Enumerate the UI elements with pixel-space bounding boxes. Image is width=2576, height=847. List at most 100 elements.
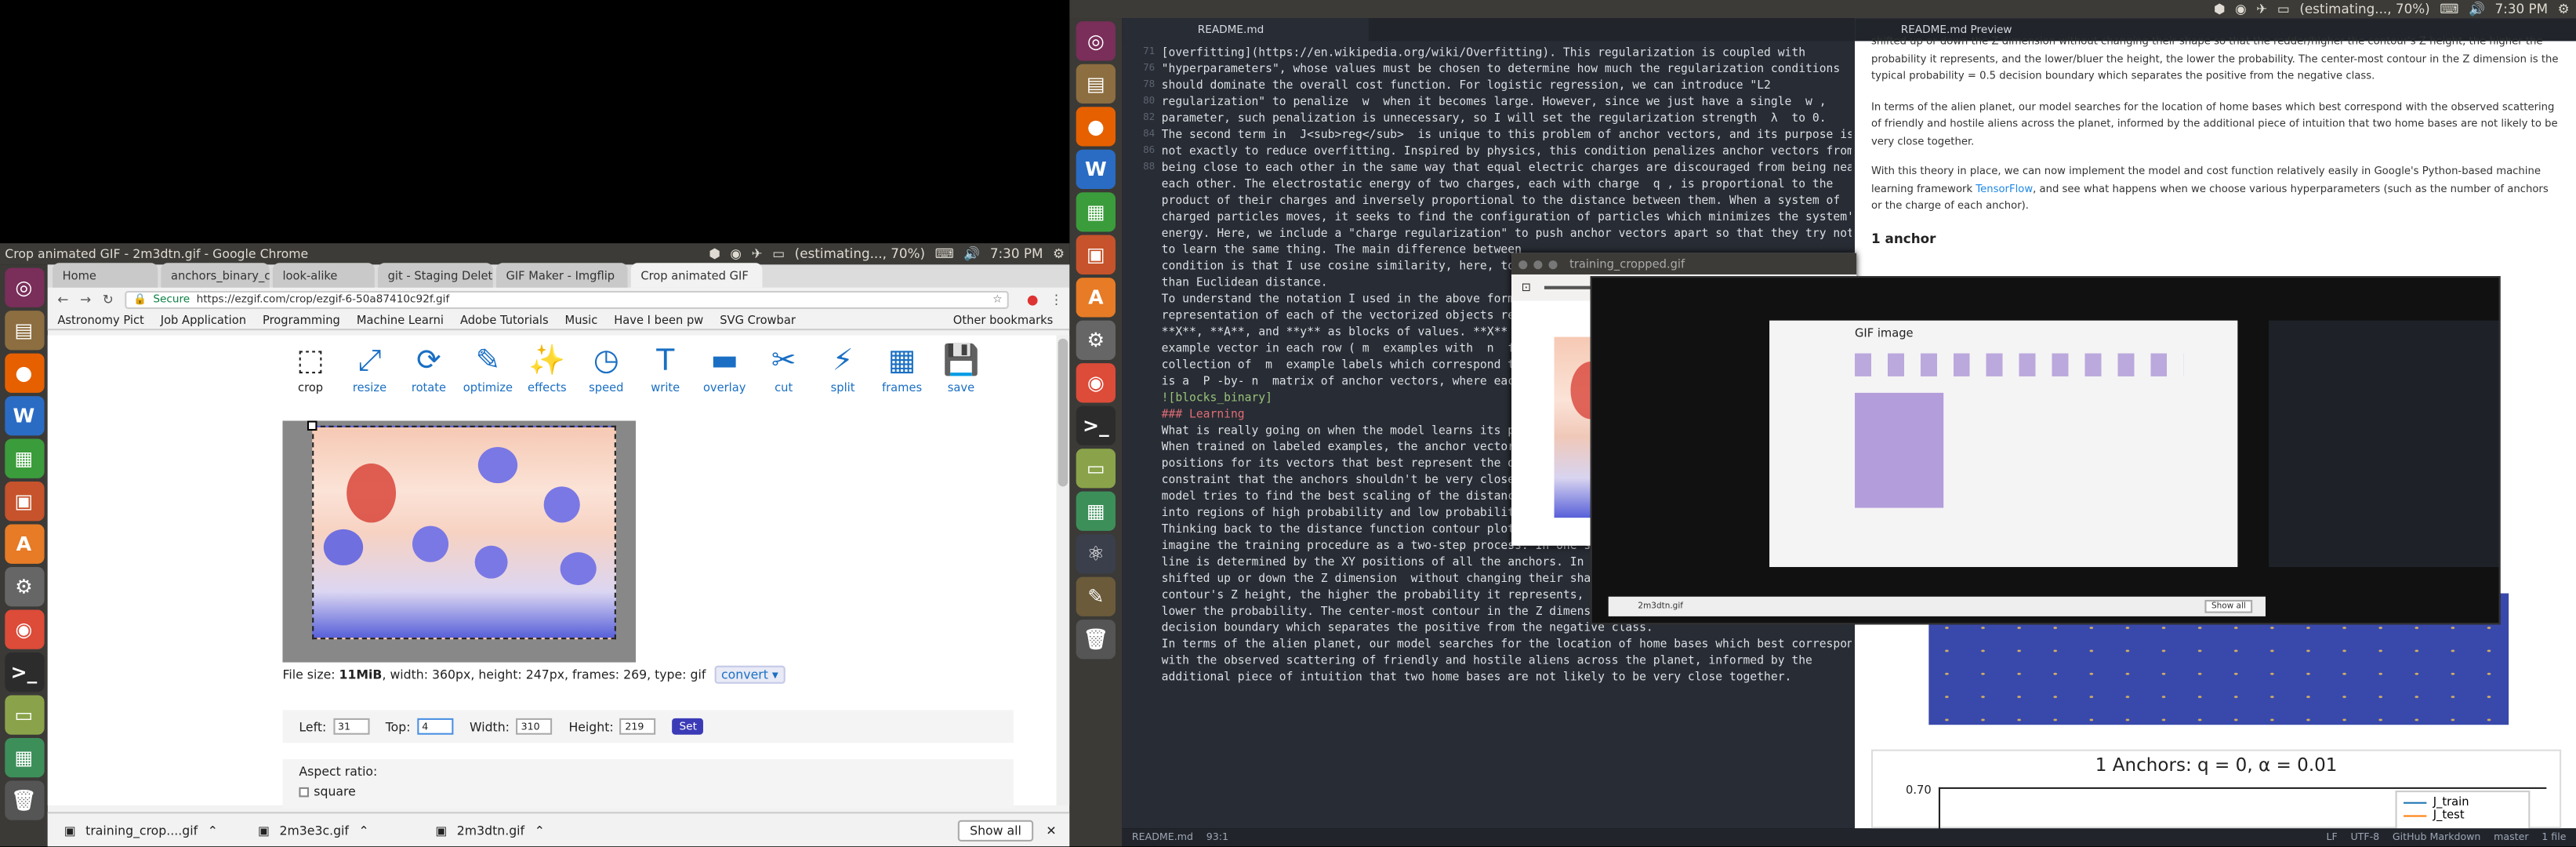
battery-icon[interactable]: ▭	[2277, 2, 2290, 16]
clock[interactable]: 7:30 PM	[2495, 2, 2549, 16]
tool-write[interactable]: Twrite	[636, 339, 695, 394]
zoom-slider[interactable]	[1544, 281, 1597, 295]
folder-icon[interactable]: ▭	[1076, 449, 1116, 489]
chrome-launcher-icon[interactable]: ◉	[4, 609, 44, 649]
files-icon[interactable]: ▤	[1076, 64, 1116, 104]
bookmark-svg[interactable]: SVG Crowbar	[720, 313, 796, 326]
workspace-icon[interactable]: ▦	[4, 737, 44, 778]
close-window-icon[interactable]: ●	[1518, 257, 1528, 271]
maximize-icon[interactable]: ●	[1548, 257, 1558, 271]
impress-icon[interactable]: ▣	[1076, 234, 1116, 274]
tab-readme[interactable]: README.md	[1122, 18, 1369, 42]
trash-icon[interactable]: 🗑	[4, 780, 44, 820]
page-scrollbar[interactable]	[1056, 335, 1070, 805]
terminal-icon[interactable]: >_	[4, 652, 44, 693]
height-input[interactable]: 219	[620, 718, 657, 735]
dropbox-icon[interactable]: ⬢	[2214, 2, 2226, 16]
trash-icon[interactable]: 🗑	[1076, 620, 1116, 660]
crop-handle[interactable]	[307, 420, 317, 431]
crop-region[interactable]	[312, 425, 616, 640]
calc-icon[interactable]: ▦	[1076, 192, 1116, 232]
volume-icon[interactable]: 🔊	[2469, 2, 2485, 16]
width-input[interactable]: 310	[516, 718, 553, 735]
bookmark-jobs[interactable]: Job Application	[161, 313, 246, 326]
status-files[interactable]: 1 file	[2542, 831, 2566, 843]
files-icon[interactable]: ▤	[4, 311, 44, 351]
back-icon[interactable]: ←	[57, 292, 68, 307]
tab-look-alike[interactable]: look-alike	[272, 263, 375, 288]
clock[interactable]: 7:30 PM	[990, 246, 1043, 261]
volume-icon[interactable]: 🔊	[963, 246, 980, 261]
left-input[interactable]: 31	[332, 718, 369, 735]
minimize-icon[interactable]: ●	[1533, 257, 1544, 271]
convert-button[interactable]: convert ▾	[714, 665, 785, 684]
tool-optimize[interactable]: ✎ optimize	[459, 339, 517, 394]
download-item-2[interactable]: ▣ 2m3e3c.gif ⌃	[258, 823, 406, 838]
bookmark-music[interactable]: Music	[565, 313, 598, 326]
chrome-icon[interactable]: ◉	[730, 246, 742, 261]
gear-icon[interactable]: ⚙	[2558, 2, 2570, 16]
firefox-icon[interactable]: ●	[1076, 107, 1116, 147]
tab-home[interactable]: Home	[53, 263, 158, 288]
tensorflow-link[interactable]: TensorFlow	[1976, 184, 2033, 195]
set-button[interactable]: Set	[673, 718, 704, 735]
ubuntu-icon[interactable]: ◎	[1076, 21, 1116, 61]
tool-cut[interactable]: ✂ cut	[754, 339, 813, 394]
writer-icon[interactable]: W	[4, 396, 44, 436]
bookmark-ml[interactable]: Machine Learni	[357, 313, 444, 326]
firefox-icon[interactable]: ●	[4, 353, 44, 393]
software-icon[interactable]: A	[4, 524, 44, 564]
writer-icon[interactable]: W	[1076, 149, 1116, 190]
bookmark-hibp[interactable]: Have I been pw	[614, 313, 703, 326]
status-file[interactable]: README.md	[1132, 831, 1193, 843]
bookmark-programming[interactable]: Programming	[263, 313, 340, 326]
chrome-launcher-icon[interactable]: ◉	[1076, 363, 1116, 403]
tool-crop[interactable]: ⬚ crop	[281, 339, 339, 394]
extension-icon[interactable]: ●	[1027, 292, 1039, 307]
telegram-icon[interactable]: ✈	[2256, 2, 2267, 16]
keyboard-icon[interactable]: ⌨	[935, 246, 954, 261]
dropbox-icon[interactable]: ⬢	[709, 246, 720, 261]
status-eol[interactable]: LF	[2326, 831, 2337, 843]
workspace-icon[interactable]: ▦	[1076, 491, 1116, 531]
status-branch[interactable]: master	[2494, 831, 2528, 843]
forward-icon[interactable]: →	[80, 292, 91, 307]
reload-icon[interactable]: ↻	[103, 292, 114, 307]
tab-gif-maker[interactable]: GIF Maker - Imgflip	[495, 263, 628, 288]
atom-icon[interactable]: ⚛	[1076, 534, 1116, 574]
status-cursor[interactable]: 93:1	[1206, 831, 1228, 843]
gear-icon[interactable]: ⚙	[1053, 246, 1065, 261]
menu-icon[interactable]: ⋮	[1050, 292, 1063, 307]
settings-icon[interactable]: ⚙	[4, 567, 44, 607]
fit-icon[interactable]: ⊡	[1522, 281, 1531, 294]
download-item-3[interactable]: ▣ 2m3dtn.gif ⌃	[435, 823, 583, 838]
tool-overlay[interactable]: ▬ overlay	[695, 339, 753, 394]
battery-icon[interactable]: ▭	[772, 246, 785, 261]
tool-save[interactable]: 💾 save	[931, 339, 990, 394]
gif-preview[interactable]	[282, 420, 637, 663]
close-icon[interactable]: ✕	[1046, 823, 1056, 838]
square-checkbox[interactable]	[299, 786, 309, 797]
top-input[interactable]: 4	[416, 718, 454, 735]
folder-icon[interactable]: ▭	[4, 695, 44, 735]
show-all-button[interactable]: Show all	[958, 819, 1033, 841]
bookmark-adobe[interactable]: Adobe Tutorials	[460, 313, 549, 326]
settings-icon[interactable]: ⚙	[1076, 320, 1116, 360]
keyboard-icon[interactable]: ⌨	[2440, 2, 2458, 16]
chrome-icon[interactable]: ◉	[2235, 2, 2247, 16]
ubuntu-icon[interactable]: ◎	[4, 267, 44, 307]
calc-icon[interactable]: ▦	[4, 438, 44, 478]
tool-resize[interactable]: ⤢ resize	[340, 339, 399, 394]
tool-rotate[interactable]: ⟳ rotate	[399, 339, 458, 394]
omnibox[interactable]: 🔒 Secure https://ezgif.com/crop/ezgif-6-…	[125, 289, 1009, 308]
tab-anchors[interactable]: anchors_binary_cla	[161, 263, 270, 288]
status-grammar[interactable]: GitHub Markdown	[2393, 831, 2481, 843]
telegram-icon[interactable]: ✈	[752, 246, 763, 261]
download-item-1[interactable]: ▣ training_crop....gif ⌃	[64, 823, 229, 838]
impress-icon[interactable]: ▣	[4, 482, 44, 522]
software-icon[interactable]: A	[1076, 278, 1116, 318]
tool-effects[interactable]: ✨ effects	[517, 339, 576, 394]
tool-frames[interactable]: ▦ frames	[873, 339, 931, 394]
tool-split[interactable]: ⚡ split	[813, 339, 872, 394]
star-icon[interactable]: ☆	[992, 293, 1002, 306]
